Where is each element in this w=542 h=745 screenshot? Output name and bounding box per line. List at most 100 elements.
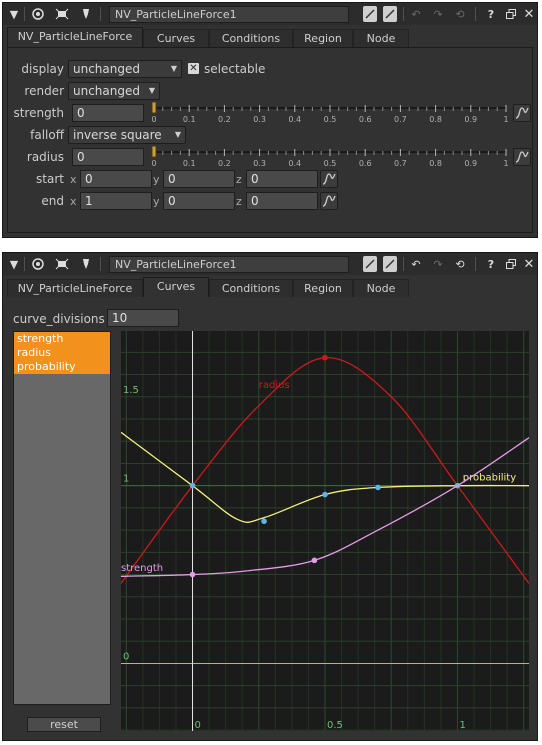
node-name-field[interactable]: NV_ParticleLineForce1 bbox=[109, 256, 349, 273]
curve-key-point-probability[interactable] bbox=[189, 482, 196, 489]
x-tick-label: 0.5 bbox=[327, 720, 343, 731]
float-icon[interactable] bbox=[505, 256, 517, 272]
close-icon[interactable]: ✕ bbox=[523, 256, 535, 272]
start-curve-button[interactable] bbox=[320, 170, 338, 188]
start-x-label: x bbox=[70, 173, 77, 186]
slider-tick-label: 0.9 bbox=[464, 159, 477, 168]
tab-bar: NV_ParticleLineForce Curves Conditions R… bbox=[7, 277, 533, 298]
tab-region[interactable]: Region bbox=[293, 279, 353, 297]
color-left-icon[interactable] bbox=[363, 6, 377, 22]
curve-key-point-strength[interactable] bbox=[311, 557, 318, 564]
redo-icon[interactable]: ↷ bbox=[430, 6, 446, 22]
pin-icon[interactable] bbox=[78, 6, 94, 22]
curve-label-radius: radius bbox=[259, 380, 290, 391]
falloff-label: falloff bbox=[30, 128, 64, 142]
slider-tick-label: 0.7 bbox=[394, 159, 407, 168]
end-z-label: z bbox=[236, 195, 242, 208]
tab-node[interactable]: Node bbox=[353, 29, 409, 47]
slider-handle[interactable] bbox=[151, 146, 157, 158]
curve-key-point-strength[interactable] bbox=[189, 571, 196, 578]
collapse-icon[interactable]: ▼ bbox=[8, 256, 20, 272]
slider-tick-label: 0.1 bbox=[183, 115, 196, 124]
tab-nv-particle-line-force[interactable]: NV_ParticleLineForce bbox=[7, 279, 143, 297]
selectable-checkbox[interactable]: ✕ bbox=[188, 63, 199, 74]
end-z-input[interactable]: 0 bbox=[246, 192, 318, 210]
slider-tick-label: 0.4 bbox=[288, 115, 301, 124]
color-right-icon[interactable] bbox=[383, 256, 397, 272]
end-y-input[interactable]: 0 bbox=[163, 192, 235, 210]
tab-nv-particle-line-force[interactable]: NV_ParticleLineForce bbox=[7, 27, 143, 48]
radius-input[interactable]: 0 bbox=[72, 148, 144, 166]
radius-slider[interactable]: 0 0.1 0.2 0.3 0.4 0.5 0.6 0.7 0.8 0.9 1 bbox=[146, 146, 510, 168]
end-label: end bbox=[41, 194, 64, 208]
y-tick-label: 0 bbox=[123, 651, 129, 662]
strength-label: strength bbox=[13, 106, 64, 120]
close-icon[interactable]: ✕ bbox=[523, 6, 535, 22]
render-value: unchanged bbox=[73, 84, 140, 98]
tab-region[interactable]: Region bbox=[293, 29, 353, 47]
undo-icon[interactable]: ↶ bbox=[408, 6, 424, 22]
help-icon[interactable]: ? bbox=[485, 6, 497, 22]
curve-list-item-strength[interactable]: strength bbox=[14, 332, 110, 346]
start-x-input[interactable]: 0 bbox=[80, 170, 152, 188]
curve-editor-graph[interactable]: 011.50 0.5 1radiusprobabilitystrength bbox=[121, 331, 529, 731]
node-graph-icon[interactable] bbox=[53, 256, 71, 272]
help-icon[interactable]: ? bbox=[485, 256, 497, 272]
node-name-field[interactable]: NV_ParticleLineForce1 bbox=[109, 6, 349, 23]
start-z-label: z bbox=[236, 173, 242, 186]
slider-tick-label: 0.3 bbox=[253, 159, 266, 168]
tab-curves[interactable]: Curves bbox=[143, 29, 209, 47]
reset-button[interactable]: reset bbox=[27, 717, 101, 732]
start-z-input[interactable]: 0 bbox=[246, 170, 318, 188]
panel-titlebar: ▼ NV_ParticleLineForce1 ↶ ↷ ⟲ ? ✕ bbox=[3, 3, 537, 25]
slider-tick-label: 1 bbox=[503, 159, 508, 168]
render-dropdown[interactable]: unchanged ▼ bbox=[68, 82, 160, 100]
properties-panel-curves: ▼ NV_ParticleLineForce1 ↶ ↷ ⟲ ? ✕ NV_Par… bbox=[2, 252, 538, 741]
radius-curve-button[interactable] bbox=[513, 148, 531, 166]
x-tick-label: 0 bbox=[195, 720, 201, 731]
slider-handle[interactable] bbox=[151, 102, 157, 114]
end-curve-button[interactable] bbox=[320, 192, 338, 210]
slider-tick-label: 0.8 bbox=[429, 115, 442, 124]
pin-icon[interactable] bbox=[78, 256, 94, 272]
collapse-icon[interactable]: ▼ bbox=[8, 6, 20, 22]
redo-icon[interactable]: ↷ bbox=[430, 256, 446, 272]
curve-list-item-radius[interactable]: radius bbox=[14, 346, 110, 360]
curve-key-point-probability[interactable] bbox=[322, 491, 328, 498]
tab-conditions[interactable]: Conditions bbox=[209, 279, 293, 297]
revert-icon[interactable]: ⟲ bbox=[452, 256, 468, 272]
start-y-label: y bbox=[153, 173, 160, 186]
tab-node[interactable]: Node bbox=[353, 279, 409, 297]
float-icon[interactable] bbox=[505, 6, 517, 22]
panel-titlebar: ▼ NV_ParticleLineForce1 ↶ ↷ ⟲ ? ✕ bbox=[3, 253, 537, 275]
color-right-icon[interactable] bbox=[383, 6, 397, 22]
curve-list: strength radius probability bbox=[13, 331, 111, 705]
start-y-input[interactable]: 0 bbox=[163, 170, 235, 188]
strength-slider[interactable]: 0 0.1 0.2 0.3 0.4 0.5 0.6 0.7 0.8 0.9 1 bbox=[146, 102, 510, 124]
curve-key-point-probability[interactable] bbox=[261, 518, 267, 525]
radius-label: radius bbox=[26, 150, 64, 164]
strength-curve-button[interactable] bbox=[513, 104, 531, 122]
slider-tick-label: 0.4 bbox=[288, 159, 301, 168]
undo-icon[interactable]: ↶ bbox=[408, 256, 424, 272]
curve-divisions-input[interactable]: 10 bbox=[107, 309, 179, 327]
curve-list-item-probability[interactable]: probability bbox=[14, 360, 110, 374]
color-left-icon[interactable] bbox=[363, 256, 377, 272]
strength-input[interactable]: 0 bbox=[72, 104, 144, 122]
tab-conditions[interactable]: Conditions bbox=[209, 29, 293, 47]
slider-tick-label: 0.5 bbox=[324, 115, 337, 124]
viewer-icon[interactable] bbox=[30, 6, 46, 22]
viewer-icon[interactable] bbox=[30, 256, 46, 272]
tab-curves[interactable]: Curves bbox=[143, 277, 209, 298]
end-y-label: y bbox=[153, 195, 160, 208]
display-dropdown[interactable]: unchanged ▼ bbox=[68, 60, 182, 78]
node-graph-icon[interactable] bbox=[53, 6, 71, 22]
properties-panel-main: ▼ NV_ParticleLineForce1 ↶ ↷ ⟲ ? ✕ NV_Par… bbox=[2, 2, 538, 238]
curve-key-point-radius[interactable] bbox=[322, 354, 328, 361]
falloff-dropdown[interactable]: inverse square ▼ bbox=[68, 126, 186, 144]
curve-key-point-probability[interactable] bbox=[375, 484, 381, 491]
end-x-input[interactable]: 1 bbox=[80, 192, 152, 210]
revert-icon[interactable]: ⟲ bbox=[452, 6, 468, 22]
y-tick-label: 1 bbox=[123, 474, 129, 485]
tab-content: display unchanged ▼ ✕ selectable render u… bbox=[7, 47, 533, 233]
